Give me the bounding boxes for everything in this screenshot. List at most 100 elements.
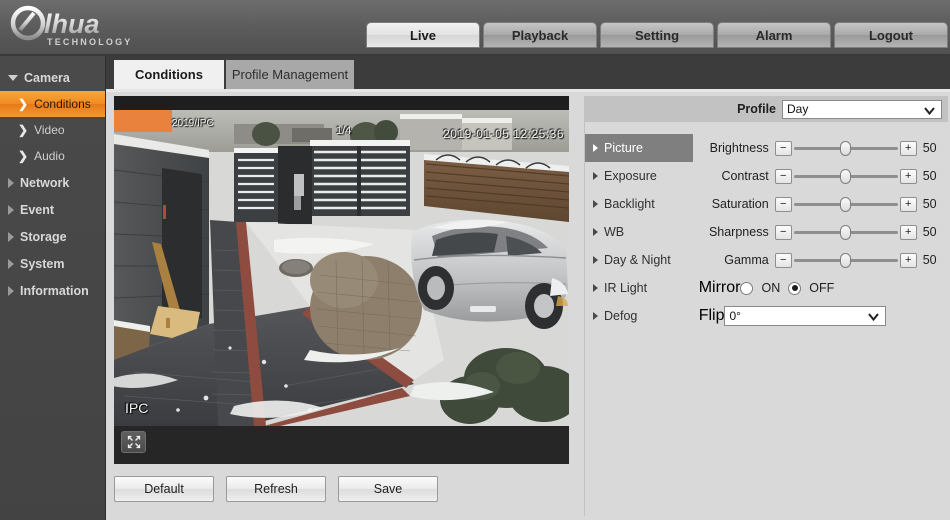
refresh-button[interactable]: Refresh — [226, 476, 326, 502]
slider-row-gamma: Gamma − + 50 — [699, 246, 948, 274]
fullscreen-icon[interactable] — [121, 431, 146, 453]
triangle-right-icon — [8, 285, 14, 296]
slider-label-sharpness: Sharpness — [708, 225, 769, 239]
triangle-right-icon — [593, 312, 598, 320]
overlay-timestamp: 2019-01-05 12:25:36 — [443, 127, 564, 141]
sharpness-increase-button[interactable]: + — [899, 224, 917, 240]
triangle-down-icon — [8, 74, 18, 81]
chevron-right-icon: ❯ — [18, 123, 29, 137]
sidebar-label-video: Video — [34, 123, 65, 137]
sidebar-label-information: Information — [20, 283, 89, 298]
slider-handle[interactable] — [839, 140, 851, 156]
dahua-camera-web-ui: lhua TECHNOLOGY Live Playback Setting Al… — [0, 0, 950, 520]
nav-tab-alarm[interactable]: Alarm — [717, 22, 831, 48]
mirror-row: Mirror ON OFF — [699, 274, 948, 302]
gamma-decrease-button[interactable]: − — [774, 252, 792, 268]
mirror-off-label: OFF — [809, 281, 835, 295]
flip-label: Flip — [698, 307, 725, 324]
contrast-slider[interactable] — [793, 168, 898, 184]
brightness-decrease-button[interactable]: − — [774, 140, 792, 156]
submenu-item-day-night[interactable]: Day & Night — [585, 246, 693, 274]
slider-handle[interactable] — [839, 252, 851, 268]
sidebar-item-event[interactable]: Event — [0, 196, 105, 223]
tab-profile-management[interactable]: Profile Management — [226, 60, 354, 89]
slider-label-gamma: Gamma — [724, 253, 769, 267]
chevron-down-icon — [867, 310, 880, 326]
sidebar-item-network[interactable]: Network — [0, 169, 105, 196]
camera-feed-image — [114, 110, 569, 426]
profile-select[interactable]: Day — [782, 99, 942, 120]
dahua-logo: lhua TECHNOLOGY — [8, 4, 178, 50]
triangle-right-icon — [593, 144, 598, 152]
gamma-slider[interactable] — [793, 252, 898, 268]
submenu-item-defog[interactable]: Defog — [585, 302, 693, 330]
sidebar-item-conditions[interactable]: ❯ Conditions — [0, 91, 105, 117]
flip-select[interactable]: 0° — [724, 306, 887, 326]
flip-row: Flip 0° — [699, 302, 948, 330]
sidebar-label-event: Event — [20, 202, 55, 217]
sidebar-item-camera[interactable]: Camera — [0, 64, 105, 91]
nav-tab-live[interactable]: Live — [366, 22, 480, 48]
submenu-label-ir-light: IR Light — [604, 281, 648, 295]
triangle-right-icon — [593, 256, 598, 264]
submenu-item-exposure[interactable]: Exposure — [585, 162, 693, 190]
profile-row: Profile Day — [585, 96, 948, 122]
mirror-off-radio[interactable] — [788, 281, 802, 295]
gamma-value: 50 — [922, 253, 937, 267]
sidebar-item-information[interactable]: Information — [0, 277, 105, 304]
sharpness-value: 50 — [922, 225, 937, 239]
submenu-label-day-night: Day & Night — [604, 253, 671, 267]
default-button[interactable]: Default — [114, 476, 214, 502]
submenu-item-backlight[interactable]: Backlight — [585, 190, 693, 218]
overlay-channel-label: 2019/IPC — [172, 118, 214, 129]
saturation-value: 50 — [922, 197, 937, 211]
submenu-label-picture: Picture — [604, 141, 643, 155]
feed-orange-overlay — [114, 110, 172, 132]
sidebar-item-system[interactable]: System — [0, 250, 105, 277]
slider-row-sharpness: Sharpness − + 50 — [699, 218, 948, 246]
slider-row-brightness: Brightness − + 50 — [699, 134, 948, 162]
sharpness-decrease-button[interactable]: − — [774, 224, 792, 240]
panels: 2019/IPC 1/4 2019-01-05 12:25:36 IPC Def… — [106, 92, 950, 520]
saturation-increase-button[interactable]: + — [899, 196, 917, 212]
overlay-fraction-label: 1/4 — [336, 125, 352, 137]
app-header: lhua TECHNOLOGY Live Playback Setting Al… — [0, 0, 950, 56]
slider-label-brightness: Brightness — [709, 141, 769, 155]
brightness-slider[interactable] — [793, 140, 898, 156]
submenu-item-picture[interactable]: Picture — [585, 134, 693, 162]
sidebar-label-storage: Storage — [20, 229, 67, 244]
tab-conditions[interactable]: Conditions — [114, 60, 224, 89]
submenu-item-ir-light[interactable]: IR Light — [585, 274, 693, 302]
sidebar-item-storage[interactable]: Storage — [0, 223, 105, 250]
slider-handle[interactable] — [839, 168, 851, 184]
video-column: 2019/IPC 1/4 2019-01-05 12:25:36 IPC Def… — [114, 96, 569, 502]
video-preview[interactable]: 2019/IPC 1/4 2019-01-05 12:25:36 IPC — [114, 96, 569, 464]
sidebar-item-video[interactable]: ❯ Video — [0, 117, 105, 143]
brightness-increase-button[interactable]: + — [899, 140, 917, 156]
settings-submenu: Picture Exposure Backlight WB Day & Nigh… — [585, 134, 693, 330]
mirror-label: Mirror — [698, 279, 741, 296]
mirror-on-radio[interactable] — [740, 281, 754, 295]
sidebar-label-system: System — [20, 256, 65, 271]
nav-tab-setting[interactable]: Setting — [600, 22, 714, 48]
triangle-right-icon — [8, 231, 14, 242]
triangle-right-icon — [593, 172, 598, 180]
sidebar-item-audio[interactable]: ❯ Audio — [0, 143, 105, 169]
slider-handle[interactable] — [839, 196, 851, 212]
submenu-item-wb[interactable]: WB — [585, 218, 693, 246]
nav-tab-logout[interactable]: Logout — [834, 22, 948, 48]
mirror-on-label: ON — [761, 281, 781, 295]
nav-tab-playback[interactable]: Playback — [483, 22, 597, 48]
slider-handle[interactable] — [839, 224, 851, 240]
gamma-increase-button[interactable]: + — [899, 252, 917, 268]
triangle-right-icon — [593, 228, 598, 236]
saturation-decrease-button[interactable]: − — [774, 196, 792, 212]
saturation-slider[interactable] — [793, 196, 898, 212]
contrast-increase-button[interactable]: + — [899, 168, 917, 184]
save-button[interactable]: Save — [338, 476, 438, 502]
contrast-decrease-button[interactable]: − — [774, 168, 792, 184]
chevron-down-icon — [923, 104, 936, 120]
sharpness-slider[interactable] — [793, 224, 898, 240]
slider-label-saturation: Saturation — [711, 197, 769, 211]
triangle-right-icon — [8, 204, 14, 215]
